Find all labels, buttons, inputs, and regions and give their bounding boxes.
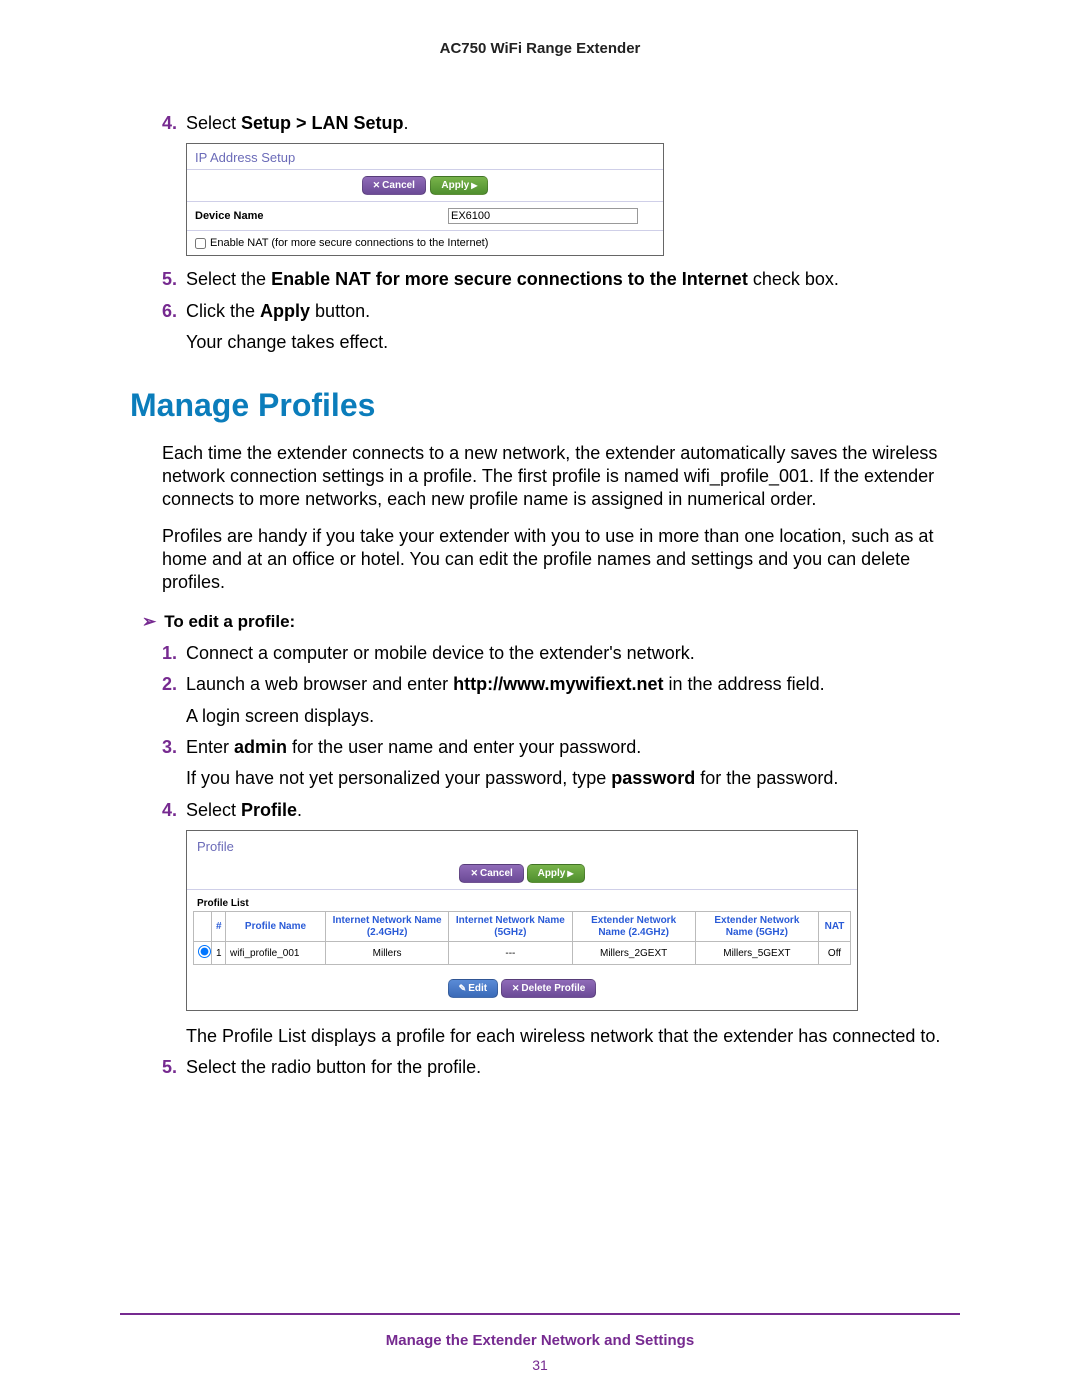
- profile-list-label: Profile List: [187, 890, 857, 911]
- step-6-pre: Click the: [186, 301, 260, 321]
- task-3-result: If you have not yet personalized your pa…: [186, 767, 950, 790]
- step-6: 6. Click the Apply button.: [162, 300, 950, 323]
- cancel-label: Cancel: [382, 180, 415, 191]
- step-4-number: 4.: [162, 112, 177, 135]
- step-4-text-pre: Select: [186, 113, 241, 133]
- cell-extender-5: Millers_5GEXT: [695, 942, 818, 965]
- task-3-bold: admin: [234, 737, 287, 757]
- task-2-bold: http://www.mywifiext.net: [453, 674, 663, 694]
- profile-cancel-label: Cancel: [480, 868, 513, 879]
- col-nat: NAT: [819, 912, 851, 942]
- col-internet-5: Internet Network Name (5GHz): [449, 912, 572, 942]
- step-6-result: Your change takes effect.: [186, 331, 950, 354]
- task-5-number: 5.: [162, 1056, 177, 1079]
- apply-label: Apply: [441, 180, 469, 191]
- task-step-5: 5. Select the radio button for the profi…: [162, 1056, 950, 1079]
- step-5-post: check box.: [748, 269, 839, 289]
- step-4-text-post: .: [404, 113, 409, 133]
- task-3-after-bold: password: [611, 768, 695, 788]
- apply-button[interactable]: Apply▶: [430, 176, 488, 195]
- step-5-number: 5.: [162, 268, 177, 291]
- after-figure-2-text: The Profile List displays a profile for …: [186, 1025, 950, 1048]
- task-2-number: 2.: [162, 673, 177, 696]
- cancel-button[interactable]: ✕Cancel: [362, 176, 426, 195]
- task-2-post: in the address field.: [664, 674, 825, 694]
- task-4-pre: Select: [186, 800, 241, 820]
- step-4: 4. Select Setup > LAN Setup.: [162, 112, 950, 135]
- step-6-number: 6.: [162, 300, 177, 323]
- table-header-row: # Profile Name Internet Network Name (2.…: [194, 912, 851, 942]
- footer-chapter: Manage the Extender Network and Settings: [0, 1332, 1080, 1349]
- delete-label: Delete Profile: [521, 983, 585, 994]
- task-3-after-pre: If you have not yet personalized your pa…: [186, 768, 611, 788]
- paragraph-2: Profiles are handy if you take your exte…: [162, 525, 950, 594]
- cell-internet-5: ---: [449, 942, 572, 965]
- col-internet-24: Internet Network Name (2.4GHz): [326, 912, 449, 942]
- enable-nat-checkbox[interactable]: [195, 238, 206, 249]
- profile-title: Profile: [187, 831, 857, 858]
- profile-apply-button[interactable]: Apply▶: [527, 864, 585, 883]
- step-5: 5. Select the Enable NAT for more secure…: [162, 268, 950, 291]
- task-5-text: Select the radio button for the profile.: [186, 1057, 481, 1077]
- close-icon: ✕: [512, 983, 520, 993]
- task-4-number: 4.: [162, 799, 177, 822]
- footer-rule: [120, 1313, 960, 1315]
- figure-profile: Profile ✕Cancel Apply▶ Profile List # Pr…: [186, 830, 858, 1011]
- step-4-text-bold: Setup > LAN Setup: [241, 113, 404, 133]
- delete-profile-button[interactable]: ✕Delete Profile: [501, 979, 596, 998]
- task-1-number: 1.: [162, 642, 177, 665]
- play-icon: ▶: [471, 181, 477, 190]
- enable-nat-label: Enable NAT (for more secure connections …: [210, 237, 488, 249]
- task-3-pre: Enter: [186, 737, 234, 757]
- document-header: AC750 WiFi Range Extender: [130, 40, 950, 57]
- cell-internet-24: Millers: [326, 942, 449, 965]
- task-step-1: 1. Connect a computer or mobile device t…: [162, 642, 950, 665]
- profile-cancel-button[interactable]: ✕Cancel: [459, 864, 523, 883]
- step-6-post: button.: [310, 301, 370, 321]
- play-icon: ▶: [567, 869, 573, 878]
- step-5-pre: Select the: [186, 269, 271, 289]
- close-icon: ✕: [373, 180, 381, 190]
- col-extender-24: Extender Network Name (2.4GHz): [572, 912, 695, 942]
- cell-extender-24: Millers_2GEXT: [572, 942, 695, 965]
- col-profile-name: Profile Name: [226, 912, 326, 942]
- task-4-bold: Profile: [241, 800, 297, 820]
- cell-num: 1: [212, 942, 226, 965]
- task-3-after-post: for the password.: [695, 768, 838, 788]
- ip-setup-title: IP Address Setup: [187, 144, 663, 170]
- task-3-post: for the user name and enter your passwor…: [287, 737, 641, 757]
- task-3-number: 3.: [162, 736, 177, 759]
- task-4-post: .: [297, 800, 302, 820]
- task-2-pre: Launch a web browser and enter: [186, 674, 453, 694]
- device-name-input[interactable]: [448, 208, 638, 224]
- cell-profile-name: wifi_profile_001: [226, 942, 326, 965]
- profile-apply-label: Apply: [538, 868, 566, 879]
- col-extender-5: Extender Network Name (5GHz): [695, 912, 818, 942]
- col-num: #: [212, 912, 226, 942]
- task-2-result: A login screen displays.: [186, 705, 950, 728]
- profile-radio[interactable]: [198, 945, 211, 958]
- task-step-3: 3. Enter admin for the user name and ent…: [162, 736, 950, 759]
- edit-label: Edit: [468, 983, 487, 994]
- step-6-bold: Apply: [260, 301, 310, 321]
- pencil-icon: ✎: [459, 983, 467, 993]
- manage-profiles-heading: Manage Profiles: [130, 387, 950, 424]
- task-step-2: 2. Launch a web browser and enter http:/…: [162, 673, 950, 696]
- task-heading: ➢ To edit a profile:: [142, 612, 950, 632]
- step-5-bold: Enable NAT for more secure connections t…: [271, 269, 748, 289]
- figure-ip-address-setup: IP Address Setup ✕Cancel Apply▶ Device N…: [186, 143, 664, 256]
- cell-nat: Off: [819, 942, 851, 965]
- task-1-text: Connect a computer or mobile device to t…: [186, 643, 695, 663]
- edit-button[interactable]: ✎Edit: [448, 979, 498, 998]
- chevron-right-icon: ➢: [142, 612, 156, 631]
- footer-page-number: 31: [0, 1357, 1080, 1373]
- task-step-4: 4. Select Profile.: [162, 799, 950, 822]
- table-row: 1 wifi_profile_001 Millers --- Millers_2…: [194, 942, 851, 965]
- task-heading-text: To edit a profile:: [164, 612, 295, 631]
- profile-table: # Profile Name Internet Network Name (2.…: [193, 911, 851, 965]
- device-name-label: Device Name: [195, 210, 448, 222]
- close-icon: ✕: [470, 868, 478, 878]
- paragraph-1: Each time the extender connects to a new…: [162, 442, 950, 511]
